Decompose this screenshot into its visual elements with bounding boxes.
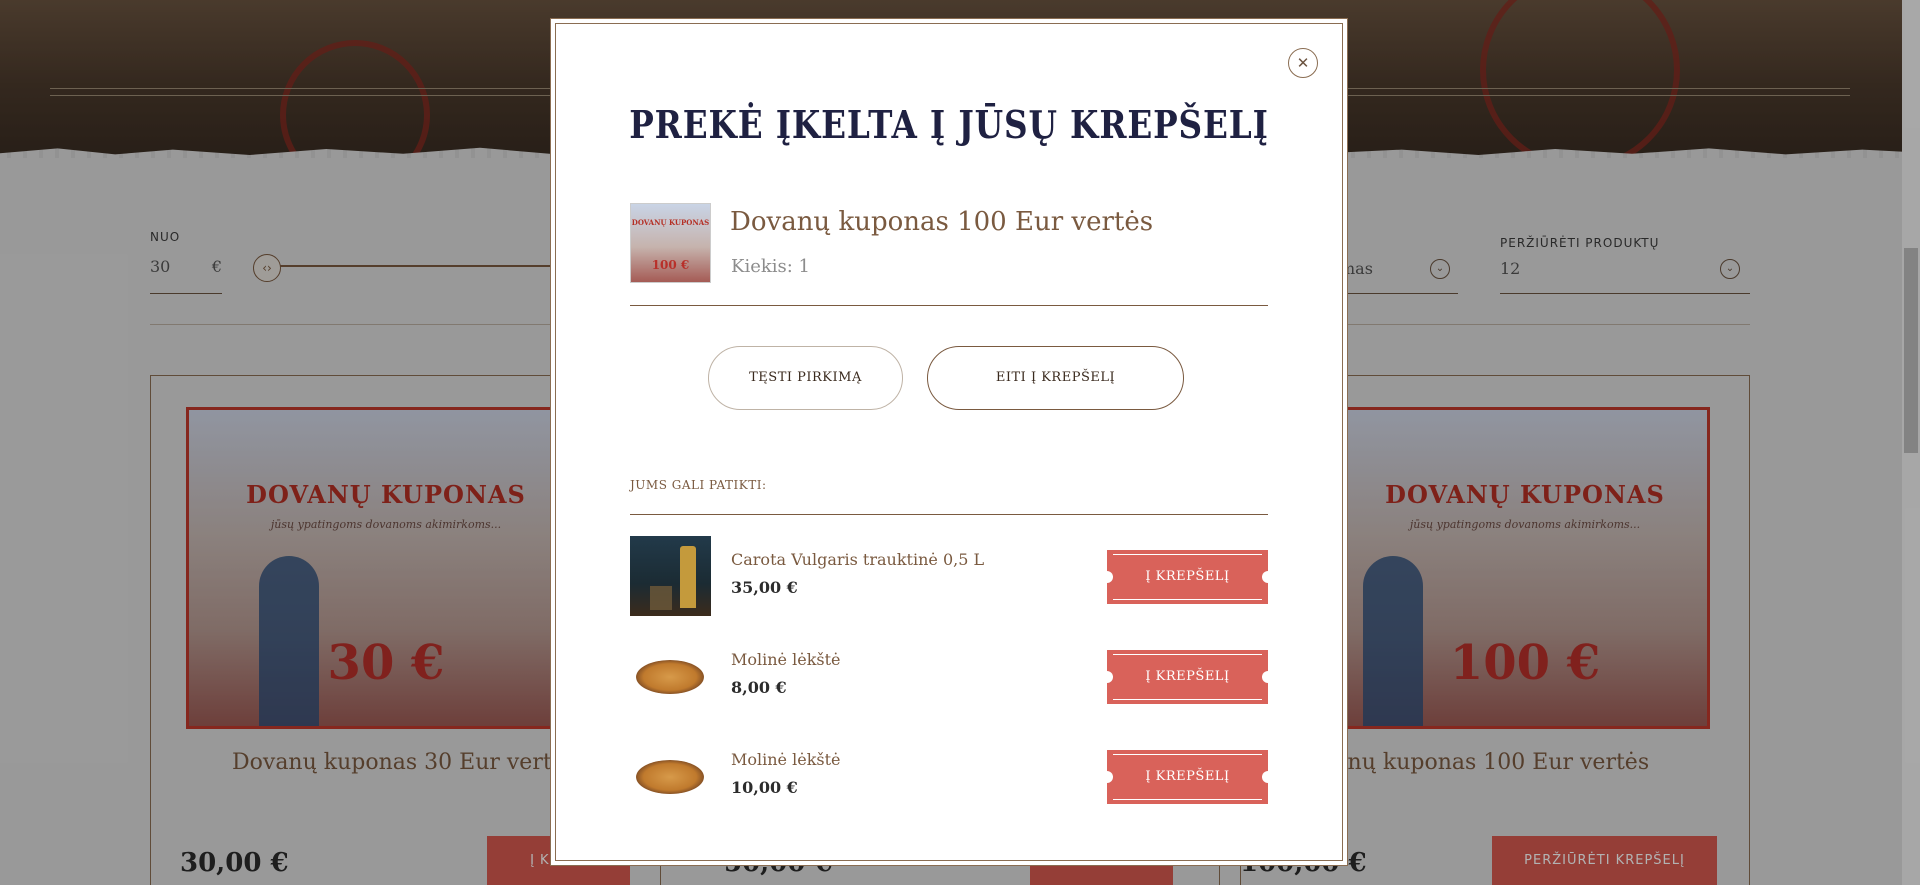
recommendation-price: 35,00 € xyxy=(731,578,798,597)
recommendation-add-to-cart-label: Į KREPŠELĮ xyxy=(1145,569,1230,584)
ticket-notch xyxy=(1101,771,1113,783)
added-item-name: Dovanų kuponas 100 Eur vertės xyxy=(730,207,1154,237)
recommendation-add-to-cart-label: Į KREPŠELĮ xyxy=(1145,669,1230,684)
added-item-thumb-title: DOVANŲ KUPONAS xyxy=(631,218,710,227)
recommendation-add-to-cart-label: Į KREPŠELĮ xyxy=(1145,769,1230,784)
added-item-quantity: Kiekis: 1 xyxy=(731,256,810,277)
ticket-notch xyxy=(1262,671,1274,683)
recommendation-add-to-cart-button[interactable]: Į KREPŠELĮ xyxy=(1101,550,1274,604)
glass-shape xyxy=(650,586,672,610)
plate-shape xyxy=(636,760,704,794)
continue-shopping-button[interactable]: TĘSTI PIRKIMĄ xyxy=(708,346,903,410)
recommendation-thumbnail[interactable] xyxy=(630,536,711,616)
recommendation-name[interactable]: Molinė lėkštė xyxy=(731,650,841,669)
ticket-notch xyxy=(1262,771,1274,783)
close-icon[interactable]: ✕ xyxy=(1288,48,1318,78)
recommendation-add-to-cart-button[interactable]: Į KREPŠELĮ xyxy=(1101,750,1274,804)
recommendation-price: 8,00 € xyxy=(731,678,787,697)
recommendation-name[interactable]: Carota Vulgaris trauktinė 0,5 L xyxy=(731,550,984,569)
added-item-thumbnail: DOVANŲ KUPONAS 100 € xyxy=(630,203,711,283)
plate-shape xyxy=(636,660,704,694)
recommendation-thumbnail[interactable] xyxy=(630,736,711,816)
added-item-thumb-value: 100 € xyxy=(651,258,690,272)
ticket-notch xyxy=(1101,671,1113,683)
modal-divider xyxy=(630,514,1268,515)
recommendation-add-to-cart-button[interactable]: Į KREPŠELĮ xyxy=(1101,650,1274,704)
modal-divider xyxy=(630,305,1268,306)
ticket-notch xyxy=(1101,571,1113,583)
recommendation-name[interactable]: Molinė lėkštė xyxy=(731,750,841,769)
ticket-notch xyxy=(1262,571,1274,583)
modal-title: PREKĖ ĮKELTA Į JŪSŲ KREPŠELĮ xyxy=(629,102,1269,147)
go-to-cart-button[interactable]: EITI Į KREPŠELĮ xyxy=(927,346,1184,410)
recommendation-price: 10,00 € xyxy=(731,778,798,797)
recommendations-label: JUMS GALI PATIKTI: xyxy=(630,478,767,492)
recommendation-thumbnail[interactable] xyxy=(630,636,711,716)
bottle-shape xyxy=(680,546,696,608)
